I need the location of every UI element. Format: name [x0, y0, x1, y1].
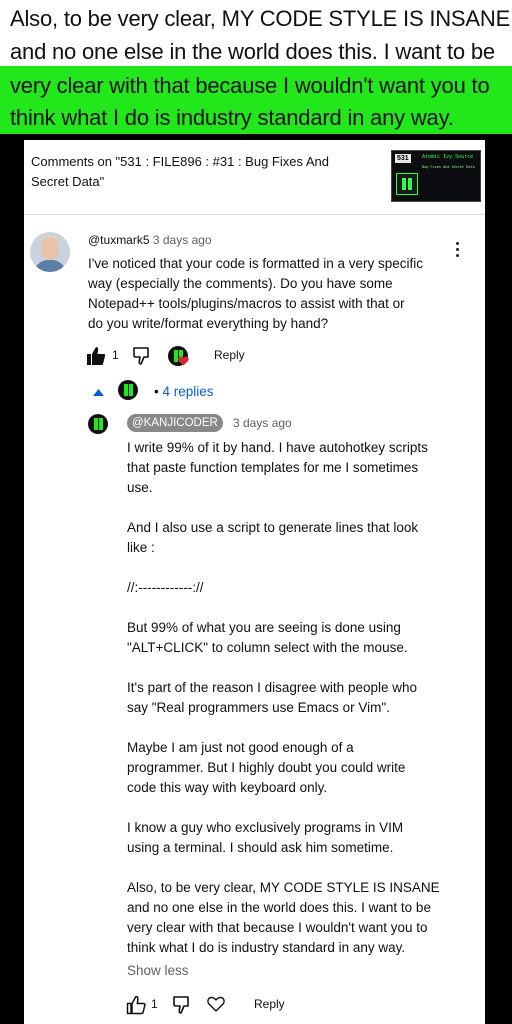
- comment-line: I've noticed that your code is formatted…: [88, 256, 423, 271]
- comment-reply-button[interactable]: Reply: [214, 348, 245, 362]
- creator-avatar-icon: [118, 380, 138, 400]
- reply-reply-button[interactable]: Reply: [254, 997, 285, 1011]
- caption-banner: Also, to be very clear, MY CODE STYLE IS…: [0, 0, 512, 134]
- reply-line: code this way with keyboard only.: [127, 780, 328, 795]
- reply-like-count: 1: [151, 997, 158, 1011]
- reply-line: that paste function templates for me I s…: [127, 460, 419, 475]
- like-filled-icon[interactable]: [86, 346, 106, 366]
- thumbnail-subtitle: Bug Fixes And Secret Data: [422, 165, 475, 169]
- reply-line: using a terminal. I should ask him somet…: [127, 840, 394, 855]
- comments-title: Comments on "531 : FILE896 : #31 : Bug F…: [31, 154, 330, 189]
- comment-author-line: @tuxmark5 3 days ago: [88, 233, 212, 247]
- comment-line: way (especially the comments). Do you ha…: [88, 276, 393, 291]
- comments-panel: Comments on "531 : FILE896 : #31 : Bug F…: [24, 140, 485, 1024]
- reply-line: think what I do is industry standard in …: [127, 940, 406, 955]
- reply-time: 3 days ago: [233, 416, 292, 430]
- reply-line: use.: [127, 480, 153, 495]
- reply-line: like :: [127, 540, 155, 555]
- thumbnail-number: 531: [395, 154, 411, 163]
- reply-line: and no one else in the world does this. …: [127, 900, 431, 915]
- thumbnail-title: Atomic Ivy Source: [422, 154, 474, 160]
- more-options-icon[interactable]: [453, 242, 461, 260]
- reply-line: Also, to be very clear, MY CODE STYLE IS…: [127, 880, 440, 895]
- reply-line: I know a guy who exclusively programs in…: [127, 820, 404, 835]
- reply-line: "ALT+CLICK" to column select with the mo…: [127, 640, 408, 655]
- reply-avatar[interactable]: [88, 414, 108, 434]
- caption-highlight: very clear with that because I wouldn't …: [0, 66, 512, 134]
- dislike-icon[interactable]: [172, 995, 192, 1015]
- reply-line: say "Real programmers use Emacs or Vim".: [127, 700, 390, 715]
- like-icon[interactable]: [126, 995, 146, 1015]
- show-less-button[interactable]: Show less: [127, 963, 189, 978]
- comment-like-count: 1: [112, 348, 119, 362]
- caption-line-3: very clear with that because I wouldn't …: [10, 73, 490, 98]
- caption-line-4: think what I do is industry standard in …: [10, 105, 454, 130]
- reply-author-badge[interactable]: @KANJICODER: [127, 414, 223, 432]
- dislike-icon[interactable]: [132, 346, 152, 366]
- reply-line: Maybe I am just not good enough of a: [127, 740, 354, 755]
- comment-time: 3 days ago: [152, 233, 212, 247]
- scrollbar[interactable]: [485, 140, 512, 1024]
- reply-line: I write 99% of it by hand. I have autoho…: [127, 440, 428, 455]
- replies-toggle[interactable]: • 4 replies: [154, 384, 214, 399]
- comment-line: do you write/format everything by hand?: [88, 316, 329, 331]
- reply-line: very clear with that because I wouldn't …: [127, 920, 428, 935]
- avatar[interactable]: [30, 232, 70, 272]
- reply-line: And I also use a script to generate line…: [127, 520, 419, 535]
- channel-logo-icon: [396, 173, 418, 195]
- reply-line: But 99% of what you are seeing is done u…: [127, 620, 401, 635]
- heart-icon: [178, 356, 189, 366]
- replies-count: 4 replies: [162, 384, 214, 399]
- collapse-chevron-icon[interactable]: [93, 388, 104, 396]
- comment-line: Notepad++ tools/plugins/macros to assist…: [88, 296, 405, 311]
- comments-header: Comments on "531 : FILE896 : #31 : Bug F…: [24, 140, 485, 215]
- reply-line: It's part of the reason I disagree with …: [127, 680, 417, 695]
- reply-line: programmer. But I highly doubt you could…: [127, 760, 406, 775]
- caption-line-2: and no one else in the world does this. …: [10, 39, 495, 64]
- reply-line: //:------------://: [127, 580, 204, 595]
- comment-author[interactable]: @tuxmark5: [88, 233, 150, 247]
- caption-line-1: Also, to be very clear, MY CODE STYLE IS…: [10, 6, 511, 31]
- heart-outline-icon[interactable]: [207, 996, 225, 1012]
- video-thumbnail[interactable]: 531 Atomic Ivy Source Bug Fixes And Secr…: [391, 150, 481, 202]
